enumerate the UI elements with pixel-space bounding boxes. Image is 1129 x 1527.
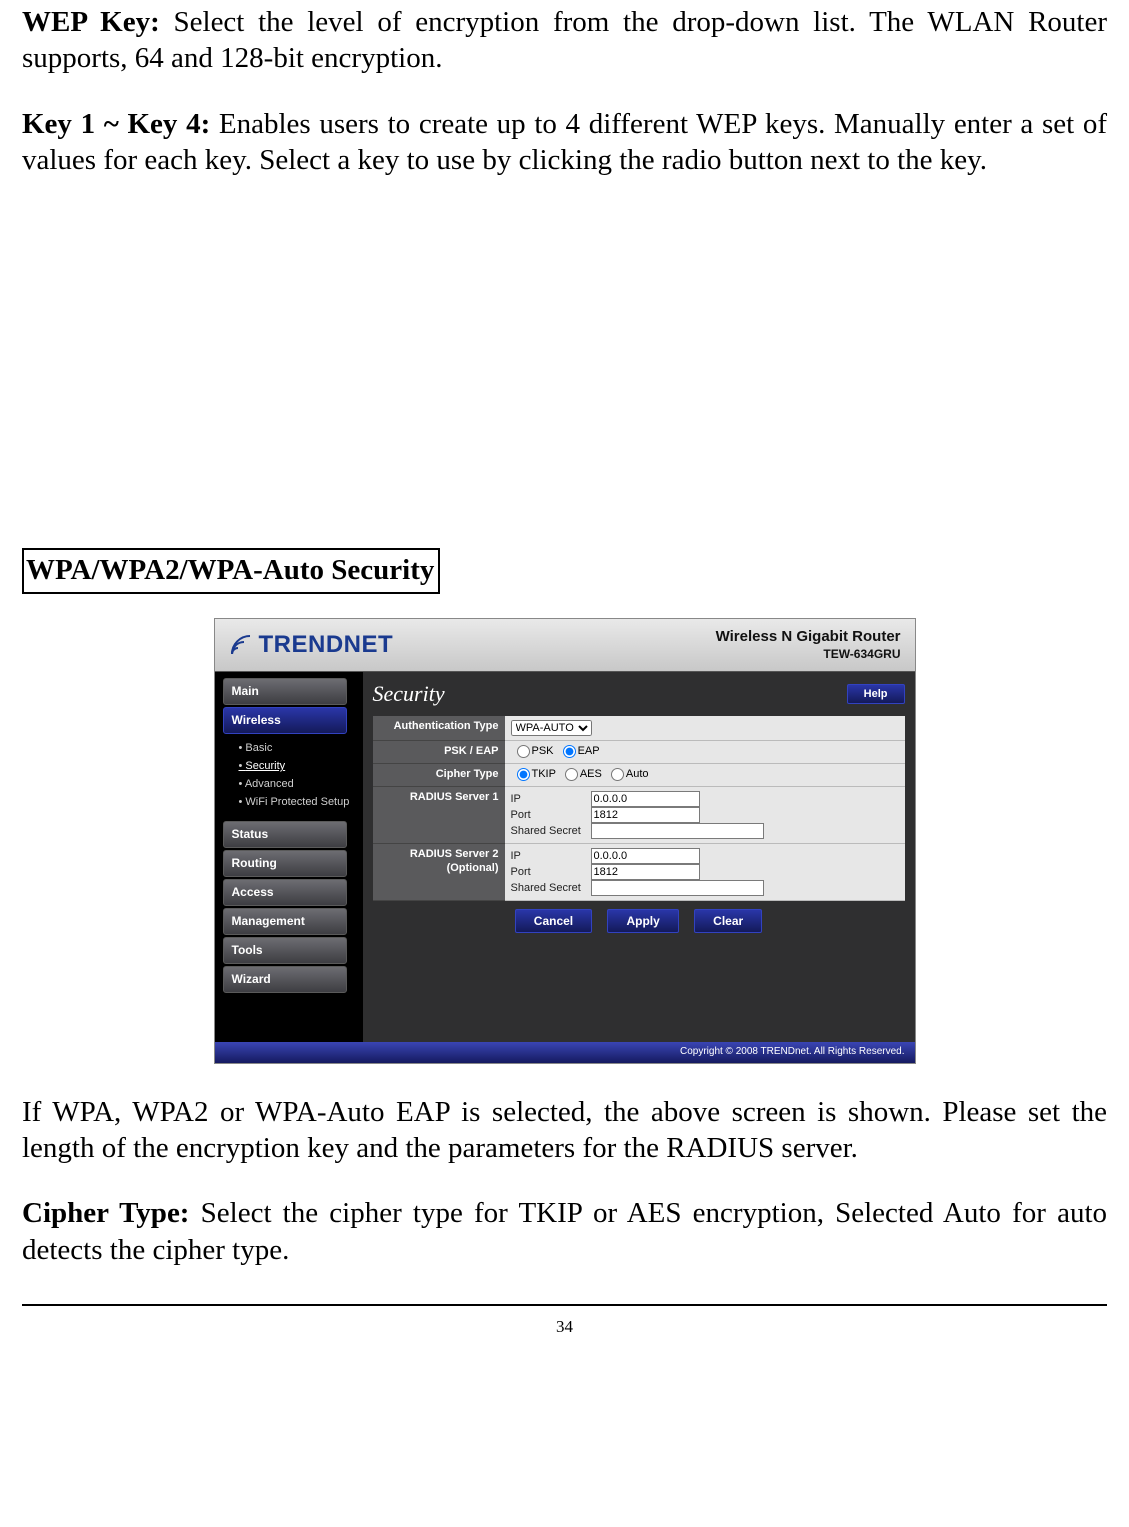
router-body: Main Wireless Basic Security Advanced Wi… <box>215 672 915 1042</box>
r2-secret-input[interactable] <box>591 880 764 896</box>
keys-label: Key 1 ~ Key 4: <box>22 108 210 140</box>
sidebar-item-wizard[interactable]: Wizard <box>223 966 347 993</box>
auth-type-select[interactable]: WPA-AUTO <box>511 720 592 736</box>
aes-radio-label[interactable]: AES <box>559 768 602 780</box>
r1-port-input[interactable] <box>591 807 700 823</box>
radius1-value-cell: IP Port Shared Secret <box>505 787 905 844</box>
page-number: 34 <box>22 1316 1107 1337</box>
eap-radio-label[interactable]: EAP <box>557 745 600 757</box>
submenu-security[interactable]: Security <box>239 758 363 776</box>
cancel-button[interactable]: Cancel <box>515 909 592 933</box>
tkip-radio-label[interactable]: TKIP <box>511 768 556 780</box>
psk-radio[interactable] <box>517 745 530 758</box>
router-title-line1: Wireless N Gigabit Router <box>716 628 901 647</box>
r1-port-label: Port <box>511 809 591 823</box>
cipher-label: Cipher Type: <box>22 1197 189 1229</box>
cipher-type-value-cell: TKIP AES Auto <box>505 763 905 786</box>
sidebar-item-status[interactable]: Status <box>223 821 347 848</box>
sidebar-item-wireless[interactable]: Wireless <box>223 707 347 734</box>
wireless-submenu: Basic Security Advanced WiFi Protected S… <box>223 736 363 821</box>
brand-arcs-icon <box>229 633 253 657</box>
sidebar-item-tools[interactable]: Tools <box>223 937 347 964</box>
router-title-line2: TEW-634GRU <box>716 647 901 662</box>
router-title: Wireless N Gigabit Router TEW-634GRU <box>716 628 901 662</box>
auth-type-label: Authentication Type <box>373 716 505 741</box>
r1-secret-label: Shared Secret <box>511 825 591 839</box>
aes-radio[interactable] <box>565 768 578 781</box>
auto-radio[interactable] <box>611 768 624 781</box>
settings-form: Authentication Type WPA-AUTO PSK / EAP P… <box>373 716 905 901</box>
brand-text: TRENDNET <box>259 630 394 660</box>
router-header: TRENDNET Wireless N Gigabit Router TEW-6… <box>215 619 915 672</box>
eap-radio[interactable] <box>563 745 576 758</box>
footer-rule <box>22 1304 1107 1306</box>
sidebar-item-routing[interactable]: Routing <box>223 850 347 877</box>
sidebar-item-management[interactable]: Management <box>223 908 347 935</box>
row-auth-type: Authentication Type WPA-AUTO <box>373 716 905 741</box>
main-title: Security <box>373 680 445 708</box>
radius1-label: RADIUS Server 1 <box>373 787 505 844</box>
router-sidebar: Main Wireless Basic Security Advanced Wi… <box>215 672 363 1042</box>
paragraph-wep-key: WEP Key: Select the level of encryption … <box>22 4 1107 77</box>
brand-logo: TRENDNET <box>229 630 394 660</box>
clear-button[interactable]: Clear <box>694 909 762 933</box>
paragraph-after-screenshot: If WPA, WPA2 or WPA-Auto EAP is selected… <box>22 1094 1107 1167</box>
document-page: WEP Key: Select the level of encryption … <box>0 4 1129 1357</box>
r2-secret-label: Shared Secret <box>511 882 591 896</box>
auto-radio-label[interactable]: Auto <box>605 768 649 780</box>
row-radius1: RADIUS Server 1 IP Port Shared Secret <box>373 787 905 844</box>
action-row: Cancel Apply Clear <box>373 901 905 933</box>
router-ui: TRENDNET Wireless N Gigabit Router TEW-6… <box>214 618 916 1064</box>
submenu-basic[interactable]: Basic <box>239 740 363 758</box>
main-header: Security Help <box>373 680 905 708</box>
radius2-label: RADIUS Server 2 (Optional) <box>373 844 505 901</box>
r2-ip-label: IP <box>511 850 591 864</box>
section-heading-wrap: WPA/WPA2/WPA-Auto Security <box>22 548 1107 594</box>
radius2-value-cell: IP Port Shared Secret <box>505 844 905 901</box>
apply-button[interactable]: Apply <box>607 909 678 933</box>
tkip-radio[interactable] <box>517 768 530 781</box>
router-footer: Copyright © 2008 TRENDnet. All Rights Re… <box>215 1042 915 1063</box>
cipher-type-label: Cipher Type <box>373 763 505 786</box>
paragraph-keys: Key 1 ~ Key 4: Enables users to create u… <box>22 106 1107 179</box>
r2-port-input[interactable] <box>591 864 700 880</box>
wep-key-label: WEP Key: <box>22 6 160 38</box>
wep-key-text: Select the level of encryption from the … <box>22 6 1107 74</box>
r1-secret-input[interactable] <box>591 823 764 839</box>
sidebar-item-main[interactable]: Main <box>223 678 347 705</box>
sidebar-item-access[interactable]: Access <box>223 879 347 906</box>
row-cipher-type: Cipher Type TKIP AES Auto <box>373 763 905 786</box>
row-radius2: RADIUS Server 2 (Optional) IP Port Share… <box>373 844 905 901</box>
r1-ip-label: IP <box>511 793 591 807</box>
row-psk-eap: PSK / EAP PSK EAP <box>373 740 905 763</box>
psk-eap-value-cell: PSK EAP <box>505 740 905 763</box>
psk-radio-label[interactable]: PSK <box>511 745 554 757</box>
psk-eap-label: PSK / EAP <box>373 740 505 763</box>
auth-type-value-cell: WPA-AUTO <box>505 716 905 741</box>
section-heading: WPA/WPA2/WPA-Auto Security <box>22 548 440 594</box>
help-button[interactable]: Help <box>847 684 905 704</box>
router-main: Security Help Authentication Type WPA-AU… <box>363 672 915 1042</box>
paragraph-cipher: Cipher Type: Select the cipher type for … <box>22 1195 1107 1268</box>
r1-ip-input[interactable] <box>591 791 700 807</box>
submenu-wps[interactable]: WiFi Protected Setup <box>239 794 363 812</box>
r2-ip-input[interactable] <box>591 848 700 864</box>
r2-port-label: Port <box>511 866 591 880</box>
submenu-advanced[interactable]: Advanced <box>239 776 363 794</box>
